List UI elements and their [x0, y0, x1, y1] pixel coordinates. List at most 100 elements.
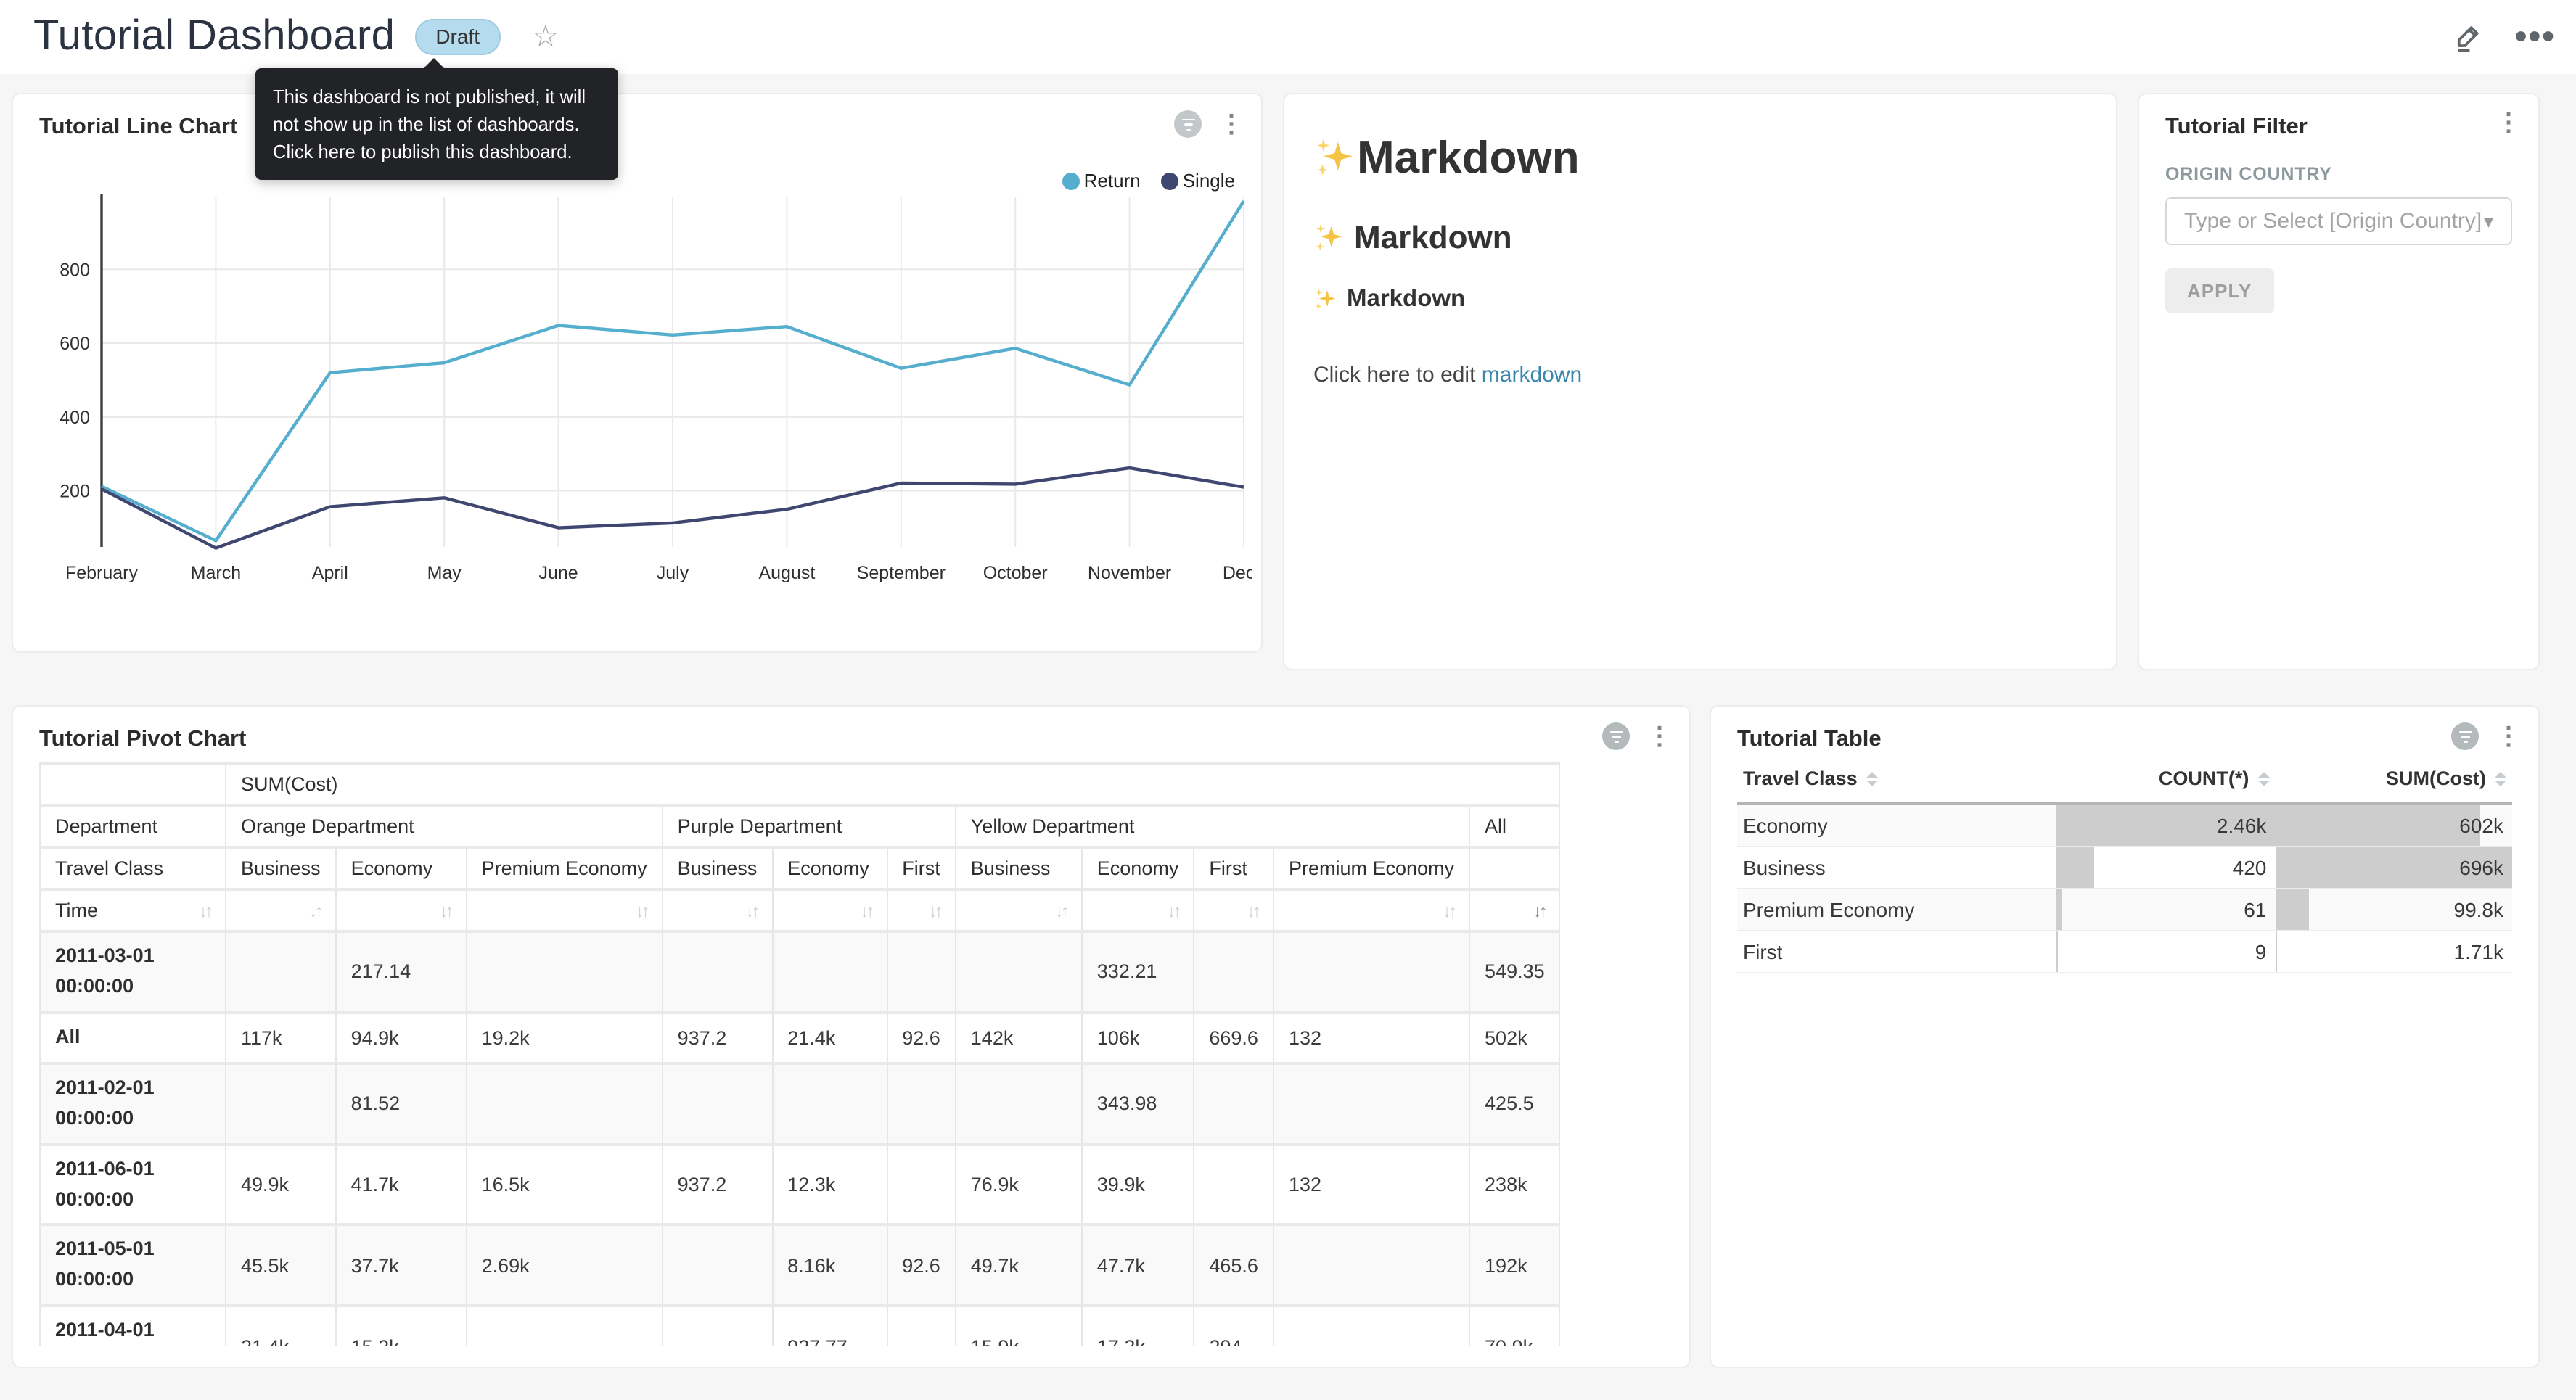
favorite-star-icon[interactable]: ☆ — [532, 19, 559, 55]
markdown-panel[interactable]: Markdown Markdown Markdown Click here to… — [1283, 93, 2117, 670]
pivot-value-cell: 21.4k — [226, 1306, 336, 1346]
sort-both-icon[interactable]: ↓↑ — [860, 900, 871, 921]
pivot-sub-column: Premium Economy — [467, 847, 663, 889]
edit-dashboard-button[interactable] — [2453, 22, 2483, 52]
data-table-container: Travel ClassCOUNT(*)SUM(Cost)Economy2.46… — [1737, 756, 2512, 973]
sort-both-icon[interactable]: ↓↑ — [1443, 900, 1454, 921]
sort-both-icon[interactable]: ↓↑ — [929, 900, 940, 921]
pivot-value-cell: 343.98 — [1082, 1063, 1194, 1145]
pivot-row-label: 2011-03-01 00:00:00 — [40, 931, 226, 1013]
line-chart-panel-actions: ⋮ — [1174, 110, 1244, 138]
pivot-value-cell — [1273, 1063, 1469, 1145]
filter-indicator-icon[interactable] — [1174, 110, 1202, 138]
filter-indicator-icon[interactable] — [2451, 722, 2479, 750]
line-chart-title: Tutorial Line Chart — [39, 115, 237, 141]
pivot-value-cell — [1273, 931, 1469, 1013]
sort-both-icon[interactable]: ↓↑ — [745, 900, 757, 921]
pivot-value-cell — [1194, 1063, 1273, 1145]
kebab-menu-icon[interactable]: ⋮ — [1219, 112, 1244, 136]
more-menu-icon[interactable]: ••• — [2515, 30, 2556, 44]
table-header-count-[interactable]: COUNT(*) — [2057, 756, 2276, 804]
sparkles-icon — [1313, 222, 1345, 254]
markdown-h1: Markdown — [1313, 132, 2087, 184]
dashboard-header: Tutorial Dashboard Draft ☆ ••• — [0, 0, 2576, 74]
origin-country-label: ORIGIN COUNTRY — [2165, 164, 2512, 184]
pivot-value-cell — [1194, 1144, 1273, 1225]
sort-both-icon[interactable]: ↓↑ — [309, 900, 321, 921]
pivot-value-cell — [663, 1225, 773, 1306]
legend-label: Return — [1084, 170, 1141, 192]
pivot-value-cell — [467, 1063, 663, 1145]
svg-text:March: March — [191, 563, 241, 583]
filter-panel-actions: ⋮ — [2496, 110, 2521, 135]
table-cell-value: 9 — [2057, 931, 2276, 973]
sort-both-icon[interactable]: ↓↑ — [440, 900, 451, 921]
pivot-value-cell: 549.35 — [1469, 931, 1560, 1013]
sort-descending-icon[interactable]: ↓↑ — [1533, 900, 1545, 921]
pivot-value-cell — [663, 1306, 773, 1346]
pivot-value-cell: 81.52 — [336, 1063, 467, 1145]
markdown-edit-link[interactable]: markdown — [1482, 363, 1582, 387]
sort-carets-icon — [1866, 773, 1878, 787]
pivot-value-cell: 132 — [1273, 1013, 1469, 1063]
unpublished-tooltip: This dashboard is not published, it will… — [255, 68, 618, 180]
pivot-value-cell — [1273, 1306, 1469, 1346]
pivot-sub-column: Economy — [772, 847, 887, 889]
table-header-travel-class[interactable]: Travel Class — [1737, 756, 2057, 804]
select-placeholder: Type or Select [Origin Country] — [2184, 209, 2482, 234]
pivot-sub-column: Business — [956, 847, 1082, 889]
origin-country-select[interactable]: Type or Select [Origin Country] ▾ — [2165, 197, 2512, 245]
sort-both-icon[interactable]: ↓↑ — [1055, 900, 1067, 921]
pivot-value-cell: 47.7k — [1082, 1225, 1194, 1306]
svg-text:July: July — [657, 563, 689, 583]
pivot-value-cell: 19.2k — [467, 1013, 663, 1063]
pivot-row: 2011-06-01 00:00:0049.9k41.7k16.5k937.21… — [40, 1144, 1560, 1225]
sort-both-icon[interactable]: ↓↑ — [1247, 900, 1258, 921]
draft-badge[interactable]: Draft — [415, 19, 500, 55]
svg-text:Dece: Dece — [1223, 563, 1252, 583]
sort-both-icon[interactable]: ↓↑ — [636, 900, 647, 921]
apply-button[interactable]: APPLY — [2165, 268, 2273, 313]
pivot-sub-column — [1469, 847, 1560, 889]
chevron-down-icon: ▾ — [2484, 210, 2493, 233]
pivot-sort-header: ↓↑ — [226, 889, 336, 931]
markdown-h3: Markdown — [1313, 286, 2087, 313]
svg-text:August: August — [758, 563, 815, 583]
svg-text:October: October — [983, 563, 1048, 583]
kebab-menu-icon[interactable]: ⋮ — [2496, 724, 2521, 749]
chart-legend: Return Single — [1062, 170, 1235, 192]
legend-item-return[interactable]: Return — [1062, 170, 1141, 192]
pivot-panel-actions: ⋮ — [1602, 722, 1672, 750]
table-cell-value: 420 — [2057, 847, 2276, 889]
pivot-value-cell: 937.2 — [663, 1144, 773, 1225]
sort-both-icon[interactable]: ↓↑ — [199, 900, 210, 921]
table-cell-label: Business — [1737, 847, 2057, 889]
pivot-row-label: All — [40, 1013, 226, 1063]
filter-indicator-icon[interactable] — [1602, 722, 1630, 750]
table-row: Premium Economy6199.8k — [1737, 889, 2512, 931]
pivot-corner-cell — [40, 763, 226, 805]
filter-controls: ORIGIN COUNTRY Type or Select [Origin Co… — [2165, 164, 2512, 313]
pivot-value-cell — [226, 1063, 336, 1145]
pivot-value-cell: 132 — [1273, 1144, 1469, 1225]
legend-item-single[interactable]: Single — [1161, 170, 1235, 192]
pivot-table: SUM(Cost)DepartmentOrange DepartmentPurp… — [39, 762, 1561, 1346]
pivot-value-cell — [663, 931, 773, 1013]
kebab-menu-icon[interactable]: ⋮ — [1647, 724, 1672, 749]
table-cell-label: First — [1737, 931, 2057, 973]
pivot-value-cell: 117k — [226, 1013, 336, 1063]
svg-text:April: April — [312, 563, 348, 583]
table-cell-label: Premium Economy — [1737, 889, 2057, 931]
legend-label: Single — [1183, 170, 1235, 192]
svg-text:September: September — [857, 563, 946, 583]
filter-panel: Tutorial Filter ⋮ ORIGIN COUNTRY Type or… — [2138, 93, 2540, 670]
pivot-value-cell — [887, 1144, 956, 1225]
screenshot-root: Tutorial Dashboard Draft ☆ ••• This dash… — [0, 0, 2576, 1400]
pivot-row: 2011-02-01 00:00:0081.52343.98425.5 — [40, 1063, 1560, 1145]
dashboard-page: Tutorial Dashboard Draft ☆ ••• This dash… — [0, 0, 2576, 1400]
pivot-metric-header: SUM(Cost) — [226, 763, 1560, 805]
table-header-sum-cost-[interactable]: SUM(Cost) — [2275, 756, 2512, 804]
sort-both-icon[interactable]: ↓↑ — [1167, 900, 1178, 921]
markdown-h2: Markdown — [1313, 219, 2087, 257]
kebab-menu-icon[interactable]: ⋮ — [2496, 110, 2521, 135]
